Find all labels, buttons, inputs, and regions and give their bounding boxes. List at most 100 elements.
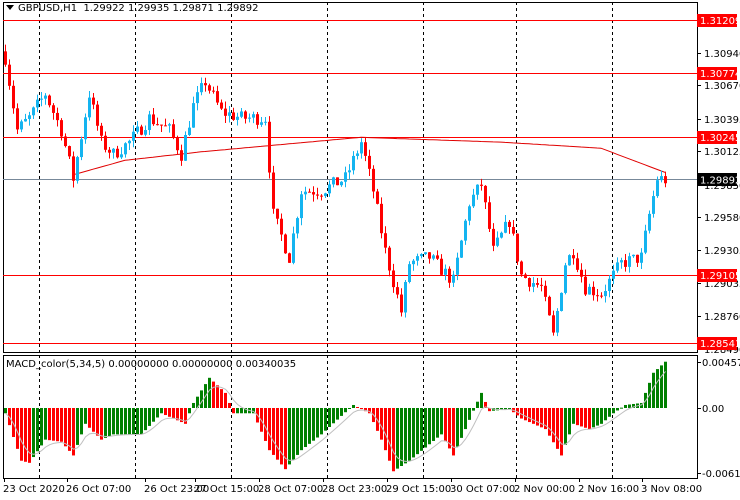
macd-histogram-bar bbox=[68, 408, 71, 451]
candle bbox=[280, 213, 283, 242]
macd-histogram-bar bbox=[268, 408, 271, 451]
candle bbox=[84, 113, 87, 144]
candle-body bbox=[396, 287, 399, 295]
candle-body bbox=[36, 99, 39, 108]
candle-body bbox=[604, 291, 607, 297]
candle-body bbox=[276, 208, 279, 219]
candle-body bbox=[592, 286, 595, 296]
candle-body bbox=[80, 139, 83, 158]
candle-body bbox=[32, 107, 35, 116]
candle-body bbox=[428, 252, 431, 259]
macd-histogram-bar bbox=[92, 408, 95, 432]
macd-histogram-bar bbox=[528, 408, 531, 423]
candle bbox=[500, 231, 503, 239]
time-axis-label: 3 Nov 08:00 bbox=[641, 484, 702, 495]
candle-body bbox=[12, 85, 15, 109]
candle bbox=[236, 112, 239, 126]
candle-body bbox=[76, 157, 79, 181]
candle-body bbox=[332, 177, 335, 185]
candle-body bbox=[248, 117, 251, 119]
candle bbox=[20, 119, 23, 133]
candle-body bbox=[596, 295, 599, 297]
candle bbox=[308, 188, 311, 193]
macd-histogram-bar bbox=[212, 381, 215, 408]
symbol-label: GBPUSD,H1 bbox=[18, 3, 78, 14]
macd-histogram-bar bbox=[596, 408, 599, 426]
macd-histogram-bar bbox=[288, 408, 291, 465]
candle bbox=[24, 113, 27, 122]
candle-body bbox=[84, 117, 87, 140]
candle-body bbox=[240, 111, 243, 117]
candle-body bbox=[272, 172, 275, 209]
candle-body bbox=[260, 122, 263, 125]
candle-body bbox=[516, 233, 519, 262]
candle bbox=[364, 137, 367, 162]
candle-body bbox=[624, 260, 627, 267]
dropdown-triangle-icon[interactable] bbox=[6, 5, 14, 10]
macd-histogram-bar bbox=[604, 408, 607, 421]
macd-histogram-bar bbox=[20, 408, 23, 461]
macd-axis-label: 0.0045704 bbox=[702, 358, 740, 369]
macd-histogram-bar bbox=[88, 408, 91, 428]
macd-histogram-bar bbox=[360, 408, 363, 410]
candle bbox=[276, 208, 279, 225]
macd-histogram-bar bbox=[576, 408, 579, 426]
candle-body bbox=[44, 95, 47, 99]
candle-body bbox=[484, 185, 487, 203]
candle-body bbox=[364, 142, 367, 156]
macd-histogram-bar bbox=[128, 408, 131, 435]
candle bbox=[292, 226, 295, 265]
candle-body bbox=[536, 283, 539, 285]
candle bbox=[248, 113, 251, 123]
candle-body bbox=[344, 172, 347, 182]
candle-body bbox=[124, 143, 127, 155]
candle-body bbox=[384, 233, 387, 248]
candle-body bbox=[16, 108, 19, 130]
candle-body bbox=[556, 310, 559, 333]
candle bbox=[536, 277, 539, 288]
candle-body bbox=[208, 85, 211, 91]
candle-body bbox=[492, 228, 495, 246]
candle-body bbox=[636, 254, 639, 263]
candle-body bbox=[8, 64, 11, 86]
candle-body bbox=[48, 95, 51, 106]
candle bbox=[96, 100, 99, 131]
candle-body bbox=[560, 292, 563, 311]
candle bbox=[32, 106, 35, 119]
macd-histogram-bar bbox=[168, 408, 171, 417]
macd-histogram-bar bbox=[440, 408, 443, 435]
macd-histogram-bar bbox=[556, 408, 559, 449]
candle bbox=[224, 101, 227, 124]
macd-histogram-bar bbox=[328, 408, 331, 427]
candle bbox=[48, 94, 51, 108]
candle-body bbox=[400, 294, 403, 313]
candle-body bbox=[656, 180, 659, 197]
macd-histogram-bar bbox=[284, 408, 287, 470]
candle bbox=[160, 124, 163, 132]
candle-body bbox=[72, 156, 75, 181]
chart-canvas[interactable]: 1.309401.306701.303951.301251.298501.295… bbox=[0, 0, 740, 500]
candle-body bbox=[572, 255, 575, 259]
candle bbox=[608, 275, 611, 298]
macd-histogram-bar bbox=[160, 408, 163, 414]
candle-body bbox=[188, 127, 191, 136]
macd-histogram-bar bbox=[628, 404, 631, 408]
macd-histogram-bar bbox=[136, 408, 139, 435]
candle bbox=[404, 280, 407, 318]
candle-body bbox=[548, 296, 551, 316]
macd-histogram-bar bbox=[236, 408, 239, 414]
candle-body bbox=[644, 230, 647, 253]
macd-histogram-bar bbox=[28, 408, 31, 463]
candle-body bbox=[608, 278, 611, 292]
chart-title: GBPUSD,H1 1.29922 1.29935 1.29871 1.2989… bbox=[6, 3, 258, 14]
candle-body bbox=[468, 206, 471, 221]
macd-histogram-bar bbox=[208, 377, 211, 408]
candle bbox=[372, 165, 375, 199]
macd-histogram-bar bbox=[216, 385, 219, 408]
candle bbox=[232, 107, 235, 121]
candle-body bbox=[280, 218, 283, 235]
macd-histogram-bar bbox=[316, 408, 319, 438]
macd-histogram-bar bbox=[232, 408, 235, 414]
macd-histogram-bar bbox=[608, 408, 611, 417]
candle-body bbox=[168, 124, 171, 126]
